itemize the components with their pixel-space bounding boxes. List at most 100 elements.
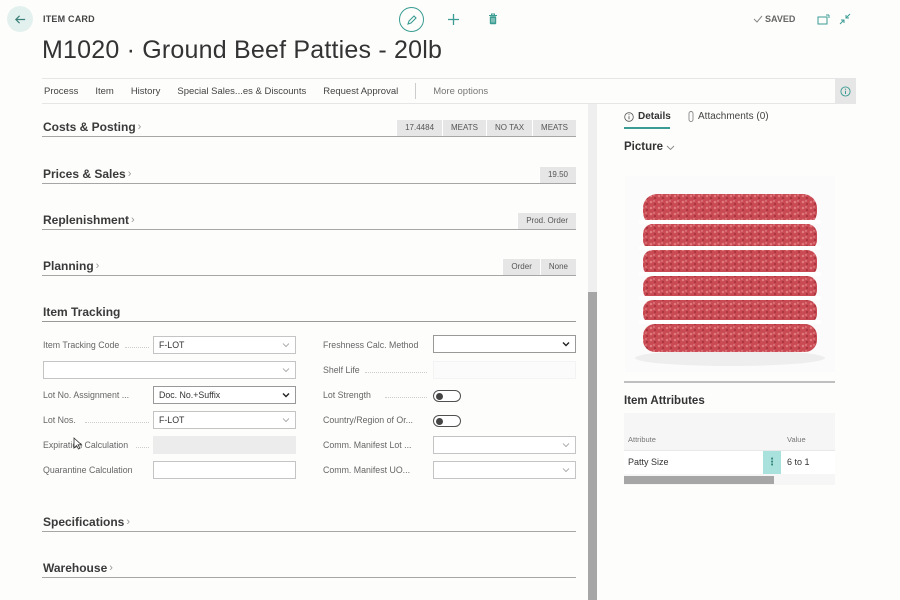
action-separator [415, 83, 417, 99]
action-request-approval[interactable]: Request Approval [323, 86, 398, 97]
summary-reserve: None [539, 259, 576, 275]
leader-dots [365, 372, 427, 373]
table-row[interactable]: Patty Size ⋮ 6 to 1 [624, 450, 835, 474]
factbox-tab-details-label: Details [638, 111, 671, 122]
fasttab-planning-header[interactable]: Planning › [43, 259, 99, 273]
chevron-down-icon [562, 468, 570, 473]
checkmark-icon [753, 15, 763, 23]
edit-button[interactable] [399, 7, 424, 32]
chevron-right-icon: › [127, 168, 132, 180]
shelf-life-label: Shelf Life [323, 365, 360, 375]
freshness-calc-method-select[interactable] [433, 335, 576, 353]
ground-beef-patties-image [625, 176, 835, 372]
new-button[interactable] [444, 10, 462, 28]
info-icon [840, 85, 851, 97]
comm-manifest-lot-field[interactable] [433, 436, 576, 454]
leader-dots [385, 397, 427, 398]
attributes-horizontal-scrollbar[interactable] [624, 476, 774, 484]
lot-strength-toggle[interactable] [433, 390, 461, 402]
action-process[interactable]: Process [44, 86, 78, 97]
more-options-button[interactable]: More options [433, 86, 488, 97]
picture-title: Picture [624, 141, 663, 153]
leader-dots [125, 347, 149, 348]
column-header-attribute[interactable]: Attribute [628, 435, 656, 444]
collapse-button[interactable] [838, 12, 852, 26]
content-scrollbar-thumb[interactable] [588, 292, 597, 600]
comm-manifest-lot-label: Comm. Manifest Lot ... [323, 440, 412, 450]
action-history[interactable]: History [131, 86, 161, 97]
fasttab-prices-sales-header[interactable]: Prices & Sales › [43, 167, 131, 181]
fasttab-item-tracking-header[interactable]: Item Tracking [43, 305, 120, 319]
country-region-of-origin-toggle[interactable] [433, 415, 461, 427]
factbox-tab-details[interactable]: Details [624, 111, 671, 122]
item-tracking-code-label: Item Tracking Code [43, 340, 120, 350]
arrow-left-icon [14, 14, 25, 24]
fasttab-costs-posting-header[interactable]: Costs & Posting › [43, 120, 141, 134]
item-tracking-code-field[interactable]: F-LOT [153, 336, 296, 354]
fasttab-prices-sales: Prices & Sales › 19.50 [42, 162, 576, 184]
picture-section-header[interactable]: Picture [624, 141, 675, 153]
chevron-down-icon [562, 342, 570, 347]
fasttab-title: Planning [43, 259, 94, 273]
factbox-tab-attachments-label: Attachments (0) [698, 111, 769, 122]
action-item[interactable]: Item [95, 86, 113, 97]
page-caption: ITEM CARD [43, 14, 95, 24]
lot-nos-value: F-LOT [159, 415, 185, 425]
chevron-right-icon: › [126, 516, 131, 528]
country-region-of-origin-label: Country/Region of Or... [323, 415, 413, 425]
item-attributes-grid: Attribute Value Patty Size ⋮ 6 to 1 [624, 413, 835, 485]
fasttab-title: Item Tracking [43, 305, 121, 319]
chevron-right-icon: › [131, 214, 135, 226]
fasttab-title: Warehouse [43, 561, 108, 575]
comm-manifest-uom-field[interactable] [433, 461, 576, 479]
lot-no-assignment-value: Doc. No.+Suffix [159, 390, 221, 400]
attribute-name-cell: Patty Size [628, 457, 669, 467]
summary-gen-prod-posting-group: MEATS [442, 120, 486, 136]
plus-icon [447, 13, 459, 25]
section-divider [624, 381, 835, 383]
row-actions-button[interactable]: ⋮ [763, 451, 781, 474]
summary-reordering-policy: Order [502, 259, 540, 275]
pencil-icon [406, 14, 417, 25]
chevron-right-icon: › [137, 121, 142, 133]
fasttab-replenishment-header[interactable]: Replenishment › [43, 213, 135, 227]
unlabeled-lookup-field[interactable] [43, 361, 296, 379]
chevron-down-icon [282, 343, 290, 348]
chevron-right-icon: › [95, 260, 100, 272]
trash-icon [489, 13, 497, 25]
leader-dots [136, 447, 149, 448]
fasttab-planning: Planning › Order None [42, 254, 576, 276]
lot-nos-field[interactable]: F-LOT [153, 411, 296, 429]
delete-button[interactable] [485, 10, 501, 28]
lot-no-assignment-select[interactable]: Doc. No.+Suffix [153, 386, 296, 404]
fasttab-specifications: Specifications › [42, 510, 576, 532]
fasttab-warehouse-header[interactable]: Warehouse › [43, 561, 113, 575]
paperclip-icon [688, 111, 694, 122]
chevron-down-icon [666, 145, 675, 150]
more-vertical-icon: ⋮ [767, 457, 777, 468]
save-status-label: SAVED [765, 14, 796, 24]
fasttab-warehouse: Warehouse › [42, 556, 576, 578]
freshness-calc-method-label: Freshness Calc. Method [323, 340, 419, 350]
comm-manifest-uom-label: Comm. Manifest UO... [323, 465, 411, 475]
column-header-value[interactable]: Value [787, 435, 806, 444]
action-special-sales-prices-discounts[interactable]: Special Sales...es & Discounts [177, 86, 306, 97]
factbox-toggle-button[interactable] [835, 79, 856, 103]
save-status: SAVED [753, 14, 795, 24]
item-picture[interactable] [625, 176, 835, 372]
quarantine-calculation-field[interactable] [153, 461, 296, 479]
summary-replenishment-system: Prod. Order [517, 213, 576, 229]
back-button[interactable] [7, 6, 33, 32]
item-card-page: ITEM CARD M1020 · Ground Beef Patties - … [0, 0, 900, 600]
summary-inventory-posting-group: MEATS [532, 120, 576, 136]
action-bar: Process Item History Special Sales...es … [42, 78, 856, 104]
summary-tax-group: NO TAX [485, 120, 533, 136]
open-new-window-button[interactable] [816, 12, 830, 26]
fasttab-title: Replenishment [43, 213, 130, 227]
chevron-down-icon [282, 418, 290, 423]
fasttab-summary: 19.50 [538, 167, 576, 183]
factbox-tab-attachments[interactable]: Attachments (0) [688, 111, 769, 122]
fasttab-specifications-header[interactable]: Specifications › [43, 515, 130, 529]
fasttab-title: Prices & Sales [43, 167, 126, 181]
mouse-cursor-icon [73, 437, 83, 450]
